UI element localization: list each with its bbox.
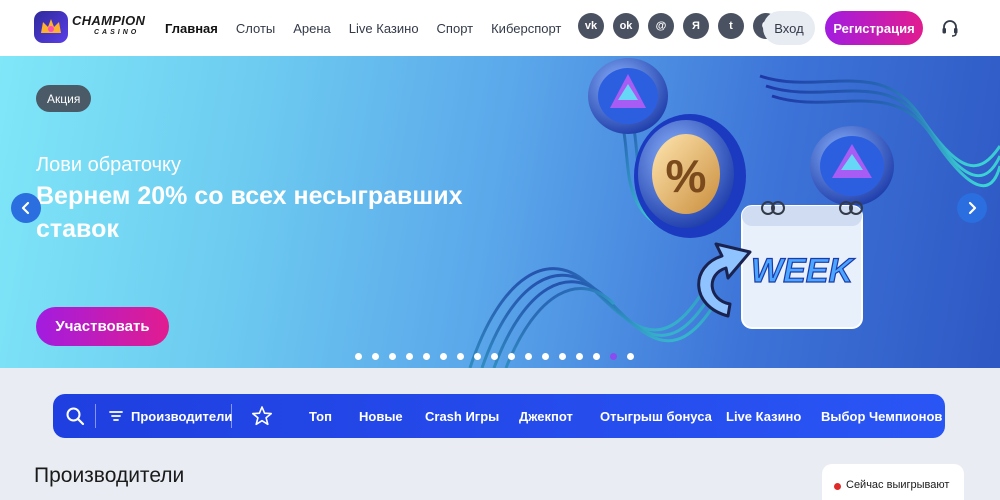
game-filter-bar: Производители Топ Новые Crash Игры Джекп… [53,394,945,438]
category-live-casino[interactable]: Live Казино [726,394,801,438]
yandex-icon[interactable]: Я [683,13,709,39]
vk-icon[interactable]: vk [578,13,604,39]
register-button[interactable]: Регистрация [825,11,923,45]
carousel-dot[interactable] [627,353,634,360]
carousel-dot[interactable] [542,353,549,360]
header: CHAMPION CASINO Главная Слоты Арена Live… [0,0,1000,56]
carousel-pagination [355,353,634,360]
carousel-dot[interactable] [508,353,515,360]
carousel-dot[interactable] [457,353,464,360]
category-new[interactable]: Новые [359,394,403,438]
nav-item-slots[interactable]: Слоты [236,21,275,36]
banner-subtitle: Лови обраточку [36,154,181,176]
support-headset-icon[interactable] [940,18,960,38]
carousel-prev-button[interactable] [11,193,41,223]
promo-banner: % WEEK Акция Лови обраточку Вернем 20% с… [0,56,1000,368]
winning-now-label: Сейчас выигрывают [846,479,950,491]
carousel-dot[interactable] [423,353,430,360]
carousel-dot[interactable] [491,353,498,360]
providers-filter-label: Производители [131,408,233,424]
providers-filter-button[interactable]: Производители [109,394,232,438]
filter-lines-icon [109,411,123,421]
live-dot-icon [834,483,841,490]
nav-item-live-casino[interactable]: Live Казино [349,21,419,36]
carousel-dot[interactable] [474,353,481,360]
favorites-star-icon[interactable] [251,405,273,427]
logo-title: CHAMPION [72,13,146,28]
crown-icon [41,19,61,33]
banner-title: Вернем 20% со всех несыгравших ставок [36,182,463,243]
logo[interactable]: CHAMPION CASINO [34,11,154,43]
social-login-list: vk ok @ Я t G [578,13,779,39]
odnoklassniki-icon[interactable]: ok [613,13,639,39]
week-text: WEEK [751,252,855,290]
nav-item-esports[interactable]: Киберспорт [491,21,561,36]
twitter-icon[interactable]: t [718,13,744,39]
carousel-dot[interactable] [389,353,396,360]
logo-subtitle: CASINO [94,29,140,36]
search-icon[interactable] [65,406,85,426]
carousel-dot[interactable] [593,353,600,360]
carousel-dot[interactable] [406,353,413,360]
nav-item-arena[interactable]: Арена [293,21,331,36]
carousel-dot[interactable] [372,353,379,360]
category-crash-games[interactable]: Crash Игры [425,394,499,438]
banner-artwork: % WEEK [468,58,1000,368]
promo-badge: Акция [36,85,92,112]
carousel-dot[interactable] [525,353,532,360]
filter-divider [231,404,232,428]
login-button[interactable]: Вход [763,11,815,45]
carousel-next-button[interactable] [957,193,987,223]
percent-glyph: % [666,150,707,202]
main-nav: Главная Слоты Арена Live Казино Спорт Ки… [165,0,601,56]
nav-item-sport[interactable]: Спорт [437,21,474,36]
carousel-dot-active[interactable] [610,353,617,360]
chevron-right-icon [968,201,977,215]
carousel-dot[interactable] [576,353,583,360]
logo-badge [34,11,68,43]
filter-divider [95,404,96,428]
winning-now-widget: Сейчас выигрывают [822,464,964,500]
category-top[interactable]: Топ [309,394,332,438]
category-bonus-wagering[interactable]: Отыгрыш бонуса [600,394,712,438]
nav-item-home[interactable]: Главная [165,21,218,36]
mail-icon[interactable]: @ [648,13,674,39]
chevron-left-icon [21,201,30,215]
carousel-dot[interactable] [355,353,362,360]
participate-button[interactable]: Участвовать [36,307,169,346]
carousel-dot[interactable] [559,353,566,360]
carousel-dot[interactable] [440,353,447,360]
category-champions-choice[interactable]: Выбор Чемпионов [821,394,942,438]
section-title: Производители [34,464,185,487]
category-jackpot[interactable]: Джекпот [519,394,573,438]
